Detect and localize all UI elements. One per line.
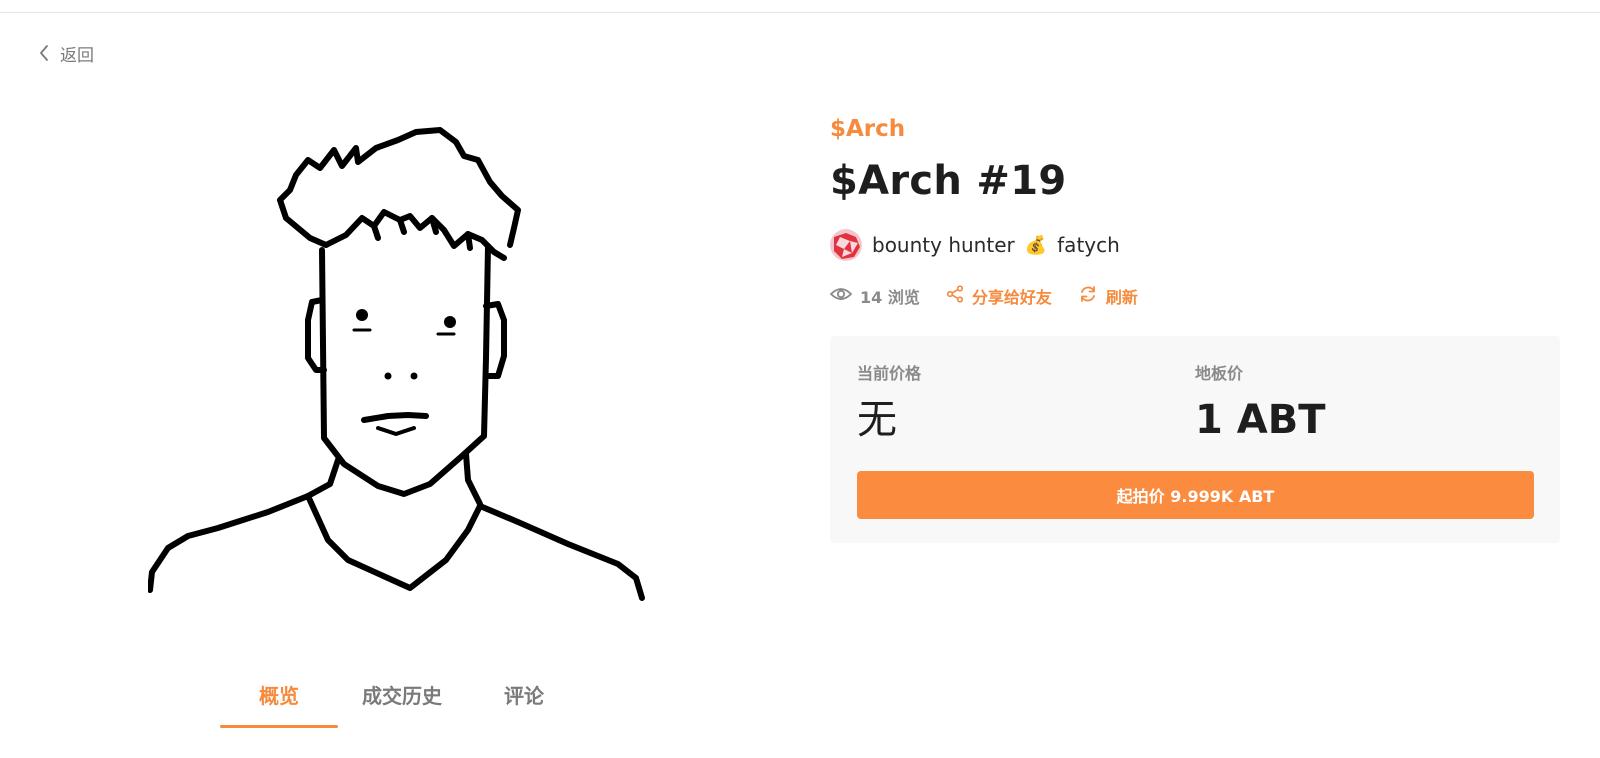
- current-price-label: 当前价格: [857, 364, 922, 383]
- share-label: 分享给好友: [971, 288, 1052, 307]
- floor-price-value: 1 ABT: [1195, 397, 1326, 443]
- price-panel: 当前价格 无 地板价 1 ABT 起拍价 9.999K ABT: [830, 336, 1560, 543]
- bid-button[interactable]: 起拍价 9.999K ABT: [857, 471, 1534, 519]
- current-price: 当前价格 无: [857, 360, 921, 444]
- refresh-icon: [1078, 285, 1098, 307]
- eye-icon: [829, 286, 853, 306]
- owner-suffix: fatych: [1057, 233, 1120, 257]
- share-button[interactable]: 分享给好友: [946, 284, 1052, 308]
- current-price-value: 无: [857, 397, 897, 443]
- owner-info[interactable]: bounty hunter 💰 fatych: [830, 228, 1120, 262]
- chevron-left-icon: [38, 44, 50, 62]
- floor-price-label: 地板价: [1195, 364, 1244, 383]
- views-count: 14 浏览: [829, 284, 920, 308]
- tab-trade-history[interactable]: 成交历史: [338, 680, 466, 740]
- tab-overview[interactable]: 概览: [220, 680, 338, 740]
- owner-name: bounty hunter: [872, 233, 1015, 257]
- back-label: 返回: [60, 45, 94, 66]
- nft-title: $Arch #19: [830, 158, 1067, 204]
- stats-row: 14 浏览 分享给好友 刷新: [829, 284, 1138, 308]
- avatar: [830, 229, 862, 261]
- nft-info-panel: $Arch $Arch #19 bounty hunter 💰 fatych 1…: [829, 0, 1560, 560]
- share-icon: [946, 285, 964, 307]
- nft-artwork-image: [147, 120, 646, 610]
- tab-comments[interactable]: 评论: [466, 680, 582, 740]
- tab-bar: 概览 成交历史 评论: [220, 680, 582, 740]
- money-bag-icon: 💰: [1024, 234, 1048, 256]
- back-button[interactable]: 返回: [38, 41, 94, 66]
- floor-price: 地板价 1 ABT: [1195, 360, 1326, 444]
- collection-link[interactable]: $Arch: [830, 116, 905, 142]
- refresh-button[interactable]: 刷新: [1078, 284, 1138, 308]
- views-label: 14 浏览: [860, 288, 920, 307]
- refresh-label: 刷新: [1105, 288, 1138, 307]
